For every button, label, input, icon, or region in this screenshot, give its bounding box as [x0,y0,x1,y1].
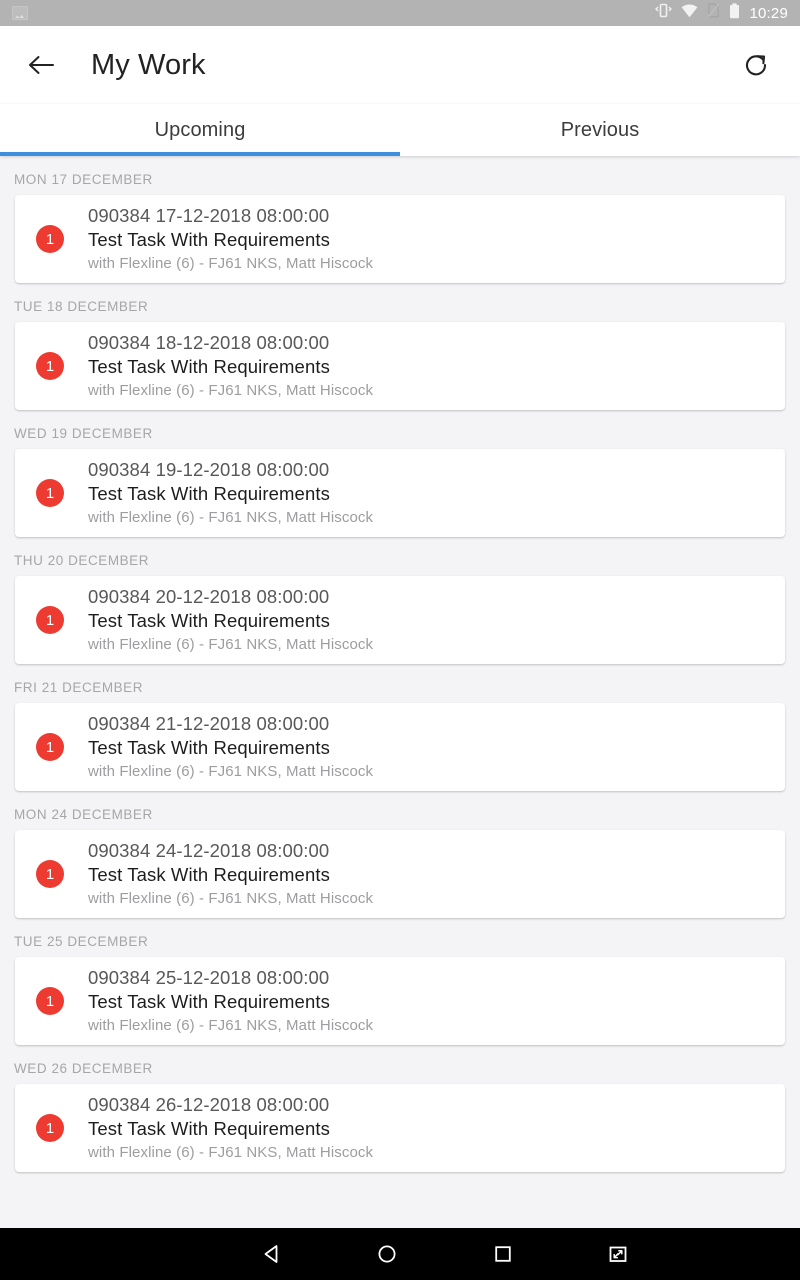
task-subtitle: with Flexline (6) - FJ61 NKS, Matt Hisco… [88,890,374,908]
task-card[interactable]: 1 090384 18-12-2018 08:00:00 Test Task Wit… [15,322,785,410]
day-header: WED 19 DECEMBER [14,426,153,441]
task-card[interactable]: 1 090384 26-12-2018 08:00:00 Test Task Wit… [15,1084,785,1172]
task-subtitle: with Flexline (6) - FJ61 NKS, Matt Hisco… [88,763,374,781]
tab-indicator [0,152,400,156]
refresh-button[interactable] [734,43,778,87]
task-card[interactable]: 1 090384 20-12-2018 08:00:00 Test Task Wit… [15,576,785,664]
task-reference-datetime: 090384 25-12-2018 08:00:00 [88,966,330,988]
task-title: Test Task With Requirements [88,483,330,505]
nav-home-button[interactable] [355,1228,419,1280]
task-subtitle: with Flexline (6) - FJ61 NKS, Matt Hisco… [88,636,374,654]
task-title: Test Task With Requirements [88,991,330,1013]
refresh-icon [745,55,767,76]
recents-square-icon [494,1246,511,1262]
tab-previous[interactable]: Previous [400,104,800,156]
task-card-body: 090384 20-12-2018 08:00:00 Test Task With… [88,585,373,656]
task-count-badge: 1 [36,860,64,888]
task-count-badge: 1 [36,987,64,1015]
back-triangle-icon [264,1245,278,1263]
task-reference-datetime: 090384 26-12-2018 08:00:00 [88,1093,330,1115]
nav-resize-button[interactable] [586,1228,650,1280]
task-title: Test Task With Requirements [88,356,330,378]
task-reference-datetime: 090384 18-12-2018 08:00:00 [88,331,330,353]
task-count-badge: 1 [36,733,64,761]
task-count-badge: 1 [36,225,64,253]
task-reference-datetime: 090384 20-12-2018 08:00:00 [88,585,330,607]
task-subtitle: with Flexline (6) - FJ61 NKS, Matt Hisco… [88,255,374,273]
task-card-body: 090384 19-12-2018 08:00:00 Test Task With… [88,458,373,529]
day-header: TUE 25 DECEMBER [14,934,149,949]
task-card-body: 090384 25-12-2018 08:00:00 Test Task With… [88,966,373,1037]
day-header: MON 17 DECEMBER [14,172,153,187]
task-card[interactable]: 1 090384 21-12-2018 08:00:00 Test Task Wit… [15,703,785,791]
page-title: My Work [91,48,206,81]
task-count-badge: 1 [36,606,64,634]
tab-upcoming[interactable]: Upcoming [0,104,400,156]
nav-back-button[interactable] [240,1228,304,1280]
task-card-body: 090384 17-12-2018 08:00:00 Test Task With… [88,204,373,275]
sim-card-off-icon [707,3,720,23]
task-card[interactable]: 1 090384 17-12-2018 08:00:00 Test Task Wit… [15,195,785,283]
day-header: THU 20 DECEMBER [14,553,150,568]
task-title: Test Task With Requirements [88,229,330,251]
day-header: MON 24 DECEMBER [14,807,153,822]
task-title: Test Task With Requirements [88,610,330,632]
status-bar-system-icons: 10:29 [655,2,788,24]
task-count-badge: 1 [36,1114,64,1142]
day-header: WED 26 DECEMBER [14,1061,153,1076]
task-card-body: 090384 18-12-2018 08:00:00 Test Task With… [88,331,373,402]
task-card-body: 090384 26-12-2018 08:00:00 Test Task With… [88,1093,373,1164]
vibrate-icon [655,3,673,23]
back-button[interactable] [18,42,64,88]
task-reference-datetime: 090384 19-12-2018 08:00:00 [88,458,330,480]
task-card-body: 090384 21-12-2018 08:00:00 Test Task With… [88,712,373,783]
task-card[interactable]: 1 090384 19-12-2018 08:00:00 Test Task Wit… [15,449,785,537]
status-bar-notifications [12,6,655,20]
system-navigation-bar [0,1228,800,1280]
task-subtitle: with Flexline (6) - FJ61 NKS, Matt Hisco… [88,382,374,400]
task-list[interactable]: MON 17 DECEMBER 1 090384 17-12-2018 08:00:… [0,156,800,1228]
status-bar-clock: 10:29 [749,4,788,22]
task-reference-datetime: 090384 17-12-2018 08:00:00 [88,204,330,226]
app-bar: My Work [0,26,800,104]
task-title: Test Task With Requirements [88,737,330,759]
task-reference-datetime: 090384 24-12-2018 08:00:00 [88,839,330,861]
screenshot-image-notification-icon [12,6,28,20]
day-header: FRI 21 DECEMBER [14,680,144,695]
task-count-badge: 1 [36,352,64,380]
battery-full-icon [729,2,740,24]
day-header: TUE 18 DECEMBER [14,299,149,314]
task-subtitle: with Flexline (6) - FJ61 NKS, Matt Hisco… [88,1017,374,1035]
tab-bar: Upcoming Previous [0,104,800,156]
home-circle-icon [378,1245,396,1263]
task-subtitle: with Flexline (6) - FJ61 NKS, Matt Hisco… [88,509,374,527]
task-reference-datetime: 090384 21-12-2018 08:00:00 [88,712,330,734]
arrow-left-icon [29,56,54,74]
task-subtitle: with Flexline (6) - FJ61 NKS, Matt Hisco… [88,1144,374,1162]
nav-recents-button[interactable] [471,1228,535,1280]
resize-window-icon [609,1246,627,1262]
task-card[interactable]: 1 090384 25-12-2018 08:00:00 Test Task Wit… [15,957,785,1045]
app-screen: 10:29 My Work Upcoming Previous MON 17 D… [0,0,800,1280]
status-bar: 10:29 [0,0,800,26]
task-count-badge: 1 [36,479,64,507]
task-card-body: 090384 24-12-2018 08:00:00 Test Task With… [88,839,373,910]
wifi-icon [681,3,698,23]
task-title: Test Task With Requirements [88,864,330,886]
task-title: Test Task With Requirements [88,1118,330,1140]
task-card[interactable]: 1 090384 24-12-2018 08:00:00 Test Task Wit… [15,830,785,918]
